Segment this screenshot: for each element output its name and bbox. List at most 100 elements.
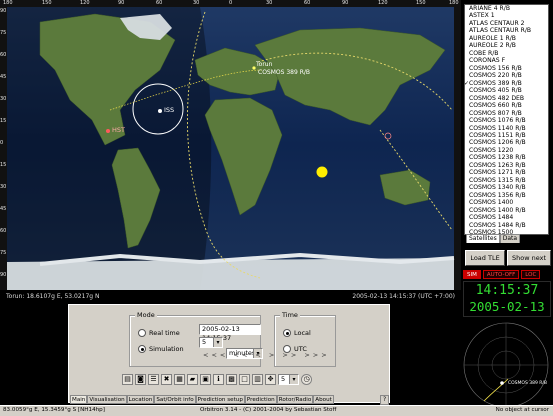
satellite-list-item[interactable]: COSMOS 482 DEB — [465, 95, 548, 102]
chart-icon[interactable]: ▦ — [174, 373, 185, 385]
tab-rotor-radio[interactable]: Rotor/Radio — [276, 395, 314, 404]
satellite-list-item[interactable]: CORONAS F — [465, 57, 548, 64]
tab-sat-orbit-info[interactable]: Sat/Orbit info — [154, 395, 196, 404]
satellite-list-item[interactable]: COSMOS 1220 — [465, 147, 548, 154]
fullscreen-icon[interactable]: ✥ — [265, 373, 276, 385]
local-radio[interactable]: Local — [283, 329, 311, 337]
satellite-list-item[interactable]: COSMOS 1400 — [465, 199, 548, 206]
control-panel: Mode Real time Simulation 2005-02-13 14:… — [68, 304, 390, 403]
scale-label: 45 — [0, 74, 7, 80]
scale-label: 90 — [0, 8, 7, 14]
satellite-list-item[interactable]: COSMOS 1400 R/B — [465, 207, 548, 214]
folder-icon[interactable]: ▰ — [187, 373, 198, 385]
radio-circle — [138, 345, 146, 353]
load-tle-button[interactable]: Load TLE — [465, 250, 505, 266]
info-icon[interactable]: ℹ — [213, 373, 224, 385]
satellite-list-item[interactable]: ARIANE 4 R/B — [465, 5, 548, 12]
satellite-list-item[interactable]: COSMOS 389 R/B — [465, 80, 548, 88]
sim-toggle[interactable]: SIM — [463, 270, 481, 279]
mode-group: Mode Real time Simulation — [129, 311, 261, 367]
scale-label: 150 — [42, 0, 52, 6]
iss-label: ISS — [164, 106, 175, 114]
clock-date: 2005-02-13 — [469, 299, 545, 314]
scale-label: 150 — [416, 0, 426, 6]
radio-circle — [138, 329, 146, 337]
radar-satellite-marker — [500, 381, 504, 385]
list-icon[interactable]: ☰ — [148, 373, 159, 385]
satellite-list-item[interactable]: COSMOS 1238 R/B — [465, 154, 548, 161]
radar-view[interactable]: COSMOS 389 R/B — [462, 321, 550, 409]
scale-label: 75 — [0, 30, 7, 36]
tab-visualisation[interactable]: Visualisation — [87, 395, 127, 404]
satellite-list-item[interactable]: ATLAS CENTAUR R/B — [465, 27, 548, 34]
satellite-list-item[interactable]: COSMOS 1140 R/B — [465, 125, 548, 132]
mode-legend: Mode — [135, 311, 157, 319]
tab-location[interactable]: Location — [126, 395, 155, 404]
status-app: Orbitron 3.14 - (C) 2001-2004 by Sebasti… — [200, 407, 337, 413]
satellite-list-item[interactable]: COSMOS 660 R/B — [465, 102, 548, 109]
clock-time: 14:15:37 — [475, 283, 539, 298]
satellite-list-item[interactable]: COSMOS 1484 R/B — [465, 222, 548, 229]
scale-label: 30 — [0, 184, 7, 190]
simulation-radio[interactable]: Simulation — [138, 345, 184, 353]
tools-icon[interactable]: ✖ — [161, 373, 172, 385]
loc-toggle[interactable]: LOC — [521, 270, 541, 279]
satellite-list-item[interactable]: COSMOS 1151 R/B — [465, 132, 548, 139]
auto-off-toggle[interactable]: AUTO-OFF — [482, 270, 520, 279]
show-next-button[interactable]: Show next — [507, 250, 551, 266]
satellite-list[interactable]: ARIANE 4 R/B ASTEX 1 ATLAS CENTAUR 2 ATLAS … — [464, 4, 549, 235]
tab-about[interactable]: About — [313, 395, 334, 404]
books-icon[interactable]: ▤ — [122, 373, 133, 385]
toolbar: ▤ ◙ ☰ ✖ ▦ ▰ ▣ ℹ ▩ □ ▥ ✥ 5 ◷ — [122, 372, 312, 386]
status-coords: 83.0059°g E, 15.3459°g S [NH14hp] — [3, 407, 105, 413]
satellite-list-item[interactable]: COSMOS 220 R/B — [465, 72, 548, 79]
satellite-list-item[interactable]: AUREOLE 1 R/B — [465, 35, 548, 42]
satellite-list-item[interactable]: COSMOS 1206 R/B — [465, 139, 548, 146]
satellite-list-item[interactable]: ASTEX 1 — [465, 12, 548, 19]
satellite-list-item[interactable]: COSMOS 1315 R/B — [465, 177, 548, 184]
save-icon[interactable]: ▣ — [200, 373, 211, 385]
scale-label: 45 — [0, 206, 7, 212]
grid-icon[interactable]: ▩ — [226, 373, 237, 385]
satellite-list-item[interactable]: COSMOS 1340 R/B — [465, 184, 548, 191]
scale-label: 15 — [0, 162, 7, 168]
window-icon[interactable]: □ — [239, 373, 250, 385]
help-button[interactable]: ? — [380, 395, 390, 405]
camera-icon[interactable]: ◙ — [135, 373, 146, 385]
satellite-list-item[interactable]: ATLAS CENTAUR 2 — [465, 20, 548, 27]
satellite-list-item[interactable]: COSMOS 405 R/B — [465, 87, 548, 94]
satellite-list-item[interactable]: COSMOS 1484 — [465, 214, 548, 221]
clock-icon[interactable]: ◷ — [301, 373, 312, 385]
tab-prediction-setup[interactable]: Prediction setup — [195, 395, 245, 404]
step-select[interactable]: 5 — [199, 337, 223, 348]
satellite-list-item[interactable]: AUREOLE 2 R/B — [465, 42, 548, 49]
layout-icon[interactable]: ▥ — [252, 373, 263, 385]
satellite-list-item[interactable]: COSMOS 1076 R/B — [465, 117, 548, 124]
map-scale-top: 180 150 120 90 60 30 0 30 60 90 120 150 … — [0, 0, 461, 7]
satellite-list-item[interactable]: COSMOS 156 R/B — [465, 65, 548, 72]
tab-main[interactable]: Main — [70, 395, 88, 404]
tab-satellites[interactable]: Satellites — [466, 234, 500, 243]
satellite-list-item[interactable]: COSMOS 1356 R/B — [465, 192, 548, 199]
utc-radio[interactable]: UTC — [283, 345, 307, 353]
satellite-list-item[interactable]: COSMOS 1271 R/B — [465, 169, 548, 176]
scale-label: 90 — [118, 0, 125, 6]
world-map[interactable]: 180 150 120 90 60 30 0 30 60 90 120 150 … — [0, 0, 461, 290]
tab-data[interactable]: Data — [499, 234, 521, 243]
scale-label: 90 — [0, 272, 7, 278]
sun-marker — [316, 166, 328, 178]
utc-label: UTC — [294, 345, 307, 353]
time-group: Time Local UTC — [274, 311, 336, 367]
radar-satellite-label: COSMOS 389 R/B — [508, 380, 547, 386]
torun-label: Torun — [256, 61, 273, 68]
map-status-bar: Torun: 18.6107g E, 53.0217g N 2005-02-13… — [0, 291, 461, 303]
datetime-input[interactable]: 2005-02-13 14:15:37 — [199, 324, 261, 342]
scale-label: 60 — [0, 228, 7, 234]
satellite-list-item[interactable]: COSMOS 1263 R/B — [465, 162, 548, 169]
satellite-list-item[interactable]: COBE R/B — [465, 50, 548, 57]
local-label: Local — [294, 329, 311, 337]
zoom-select[interactable]: 5 — [278, 373, 299, 385]
real-time-radio[interactable]: Real time — [138, 329, 180, 337]
tab-prediction[interactable]: Prediction — [244, 395, 277, 404]
satellite-list-item[interactable]: COSMOS 807 R/B — [465, 110, 548, 117]
